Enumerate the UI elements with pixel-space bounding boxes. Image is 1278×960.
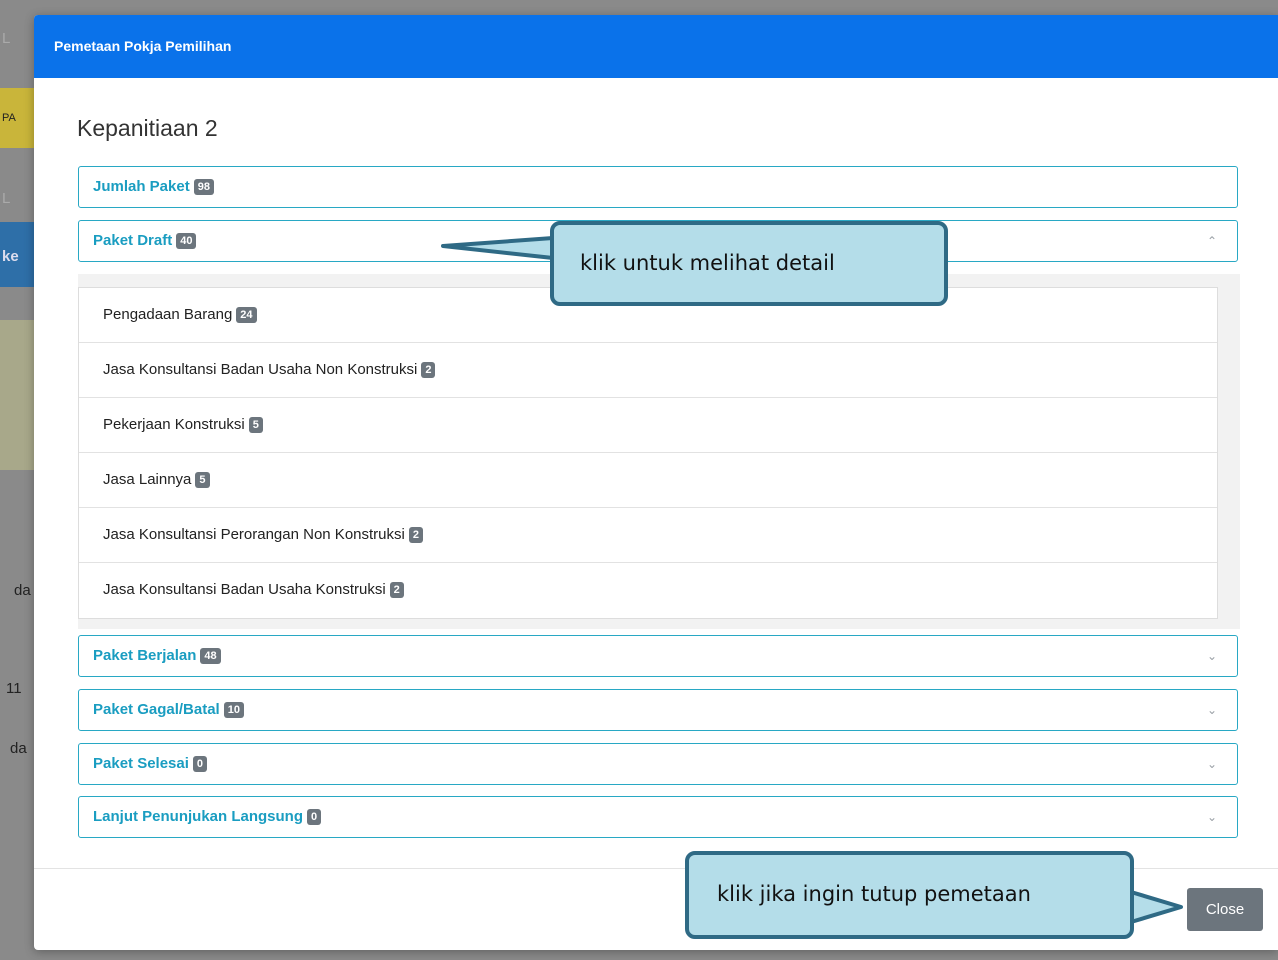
panel-lanjut-penunjukan-langsung[interactable]: Lanjut Penunjukan Langsung 0 ⌄ bbox=[78, 796, 1238, 838]
detail-callout: klik untuk melihat detail bbox=[550, 221, 948, 306]
panel-label: Paket Berjalan bbox=[93, 647, 197, 664]
close-callout-text: klik jika ingin tutup pemetaan bbox=[717, 882, 1031, 906]
list-item: Jasa Konsultansi Badan Usaha Non Konstru… bbox=[79, 343, 1217, 398]
background-fragment: 11 bbox=[6, 680, 22, 697]
count-badge: 2 bbox=[389, 582, 404, 598]
panel-title: Paket Draft 40 bbox=[93, 221, 197, 263]
count-badge: 0 bbox=[307, 809, 322, 825]
background-fragment: ke bbox=[2, 248, 19, 265]
panel-label: Paket Draft bbox=[93, 232, 173, 249]
background-fragment: PA bbox=[2, 112, 16, 124]
item-label: Pekerjaan Konstruksi bbox=[103, 416, 245, 433]
mapping-modal: Pemetaan Pokja Pemilihan Kepanitiaan 2 J… bbox=[34, 15, 1278, 950]
panel-jumlah-paket[interactable]: Jumlah Paket 98 bbox=[78, 166, 1238, 208]
list-item: Pekerjaan Konstruksi 5 bbox=[79, 398, 1217, 453]
panel-label: Paket Selesai bbox=[93, 755, 189, 772]
count-badge: 24 bbox=[236, 307, 257, 323]
count-badge: 10 bbox=[223, 702, 244, 718]
panel-paket-berjalan[interactable]: Paket Berjalan 48 ⌄ bbox=[78, 635, 1238, 677]
list-item: Jasa Lainnya 5 bbox=[79, 453, 1217, 508]
panel-title: Paket Gagal/Batal 10 bbox=[93, 690, 244, 732]
chevron-down-icon[interactable]: ⌄ bbox=[1207, 744, 1217, 784]
item-label: Jasa Konsultansi Badan Usaha Non Konstru… bbox=[103, 361, 418, 378]
item-label: Jasa Lainnya bbox=[103, 471, 192, 488]
item-label: Jasa Konsultansi Perorangan Non Konstruk… bbox=[103, 526, 405, 543]
detail-callout-text: klik untuk melihat detail bbox=[580, 251, 835, 275]
count-badge: 2 bbox=[421, 362, 436, 378]
count-badge: 0 bbox=[192, 756, 208, 772]
list-item: Jasa Konsultansi Badan Usaha Konstruksi 2 bbox=[79, 563, 1217, 618]
panel-title: Paket Selesai 0 bbox=[93, 744, 208, 786]
draft-detail-area: Pengadaan Barang 24 Jasa Konsultansi Bada… bbox=[78, 274, 1240, 629]
panel-label: Paket Gagal/Batal bbox=[93, 701, 220, 718]
chevron-up-icon[interactable]: ⌃ bbox=[1207, 221, 1217, 261]
background-fragment: L bbox=[2, 30, 11, 47]
panel-label: Lanjut Penunjukan Langsung bbox=[93, 808, 303, 825]
panel-paket-selesai[interactable]: Paket Selesai 0 ⌄ bbox=[78, 743, 1238, 785]
item-label: Jasa Konsultansi Badan Usaha Konstruksi bbox=[103, 581, 386, 598]
close-callout: klik jika ingin tutup pemetaan bbox=[685, 851, 1134, 939]
background-fragment: L bbox=[2, 190, 11, 207]
panel-title: Jumlah Paket 98 bbox=[93, 167, 214, 209]
background-fragment: da bbox=[14, 582, 31, 599]
chevron-down-icon[interactable]: ⌄ bbox=[1207, 690, 1217, 730]
panel-title: Lanjut Penunjukan Langsung 0 bbox=[93, 797, 322, 839]
panel-paket-gagal-batal[interactable]: Paket Gagal/Batal 10 ⌄ bbox=[78, 689, 1238, 731]
modal-title: Pemetaan Pokja Pemilihan bbox=[34, 15, 1278, 78]
item-label: Pengadaan Barang bbox=[103, 306, 233, 323]
close-button[interactable]: Close bbox=[1187, 888, 1263, 931]
background-fragment: da bbox=[10, 740, 27, 757]
panel-label: Jumlah Paket bbox=[93, 178, 190, 195]
count-badge: 98 bbox=[193, 179, 214, 195]
count-badge: 2 bbox=[408, 527, 423, 543]
count-badge: 40 bbox=[176, 233, 197, 249]
list-item: Jasa Konsultansi Perorangan Non Konstruk… bbox=[79, 508, 1217, 563]
count-badge: 48 bbox=[200, 648, 221, 664]
chevron-down-icon[interactable]: ⌄ bbox=[1207, 636, 1217, 676]
count-badge: 5 bbox=[195, 472, 210, 488]
draft-list: Pengadaan Barang 24 Jasa Konsultansi Bada… bbox=[78, 287, 1218, 619]
count-badge: 5 bbox=[248, 417, 263, 433]
committee-title: Kepanitiaan 2 bbox=[77, 115, 218, 141]
chevron-down-icon[interactable]: ⌄ bbox=[1207, 797, 1217, 837]
panel-title: Paket Berjalan 48 bbox=[93, 636, 221, 678]
